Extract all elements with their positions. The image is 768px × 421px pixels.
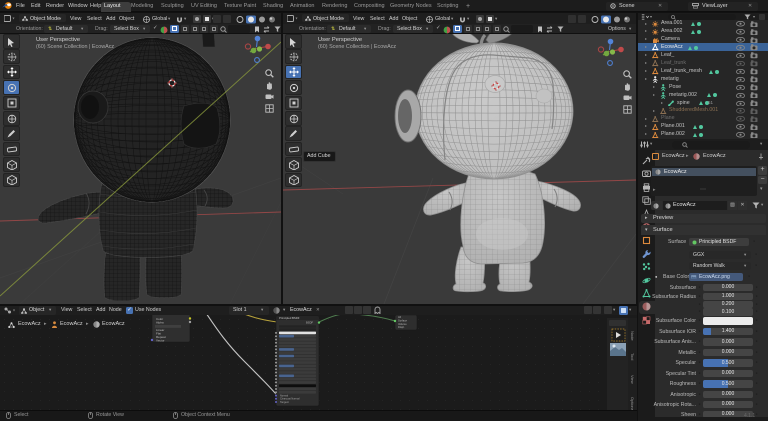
svg-text:BSDF: BSDF <box>306 321 314 325</box>
svg-text:Principled BSDF: Principled BSDF <box>279 316 300 320</box>
svg-text:Options: Options <box>630 397 635 410</box>
svg-text:Alpha: Alpha <box>156 321 164 325</box>
svg-text:Vector: Vector <box>156 339 165 343</box>
svg-text:Tool: Tool <box>630 353 635 360</box>
svg-text:Volume: Volume <box>398 322 407 326</box>
svg-text:Node: Node <box>630 331 635 341</box>
svg-text:Displ.: Displ. <box>398 325 405 329</box>
svg-text:View: View <box>630 375 635 384</box>
svg-text:Surface: Surface <box>398 318 407 322</box>
svg-text:All: All <box>398 315 401 319</box>
svg-text:Tangent: Tangent <box>280 401 289 404</box>
